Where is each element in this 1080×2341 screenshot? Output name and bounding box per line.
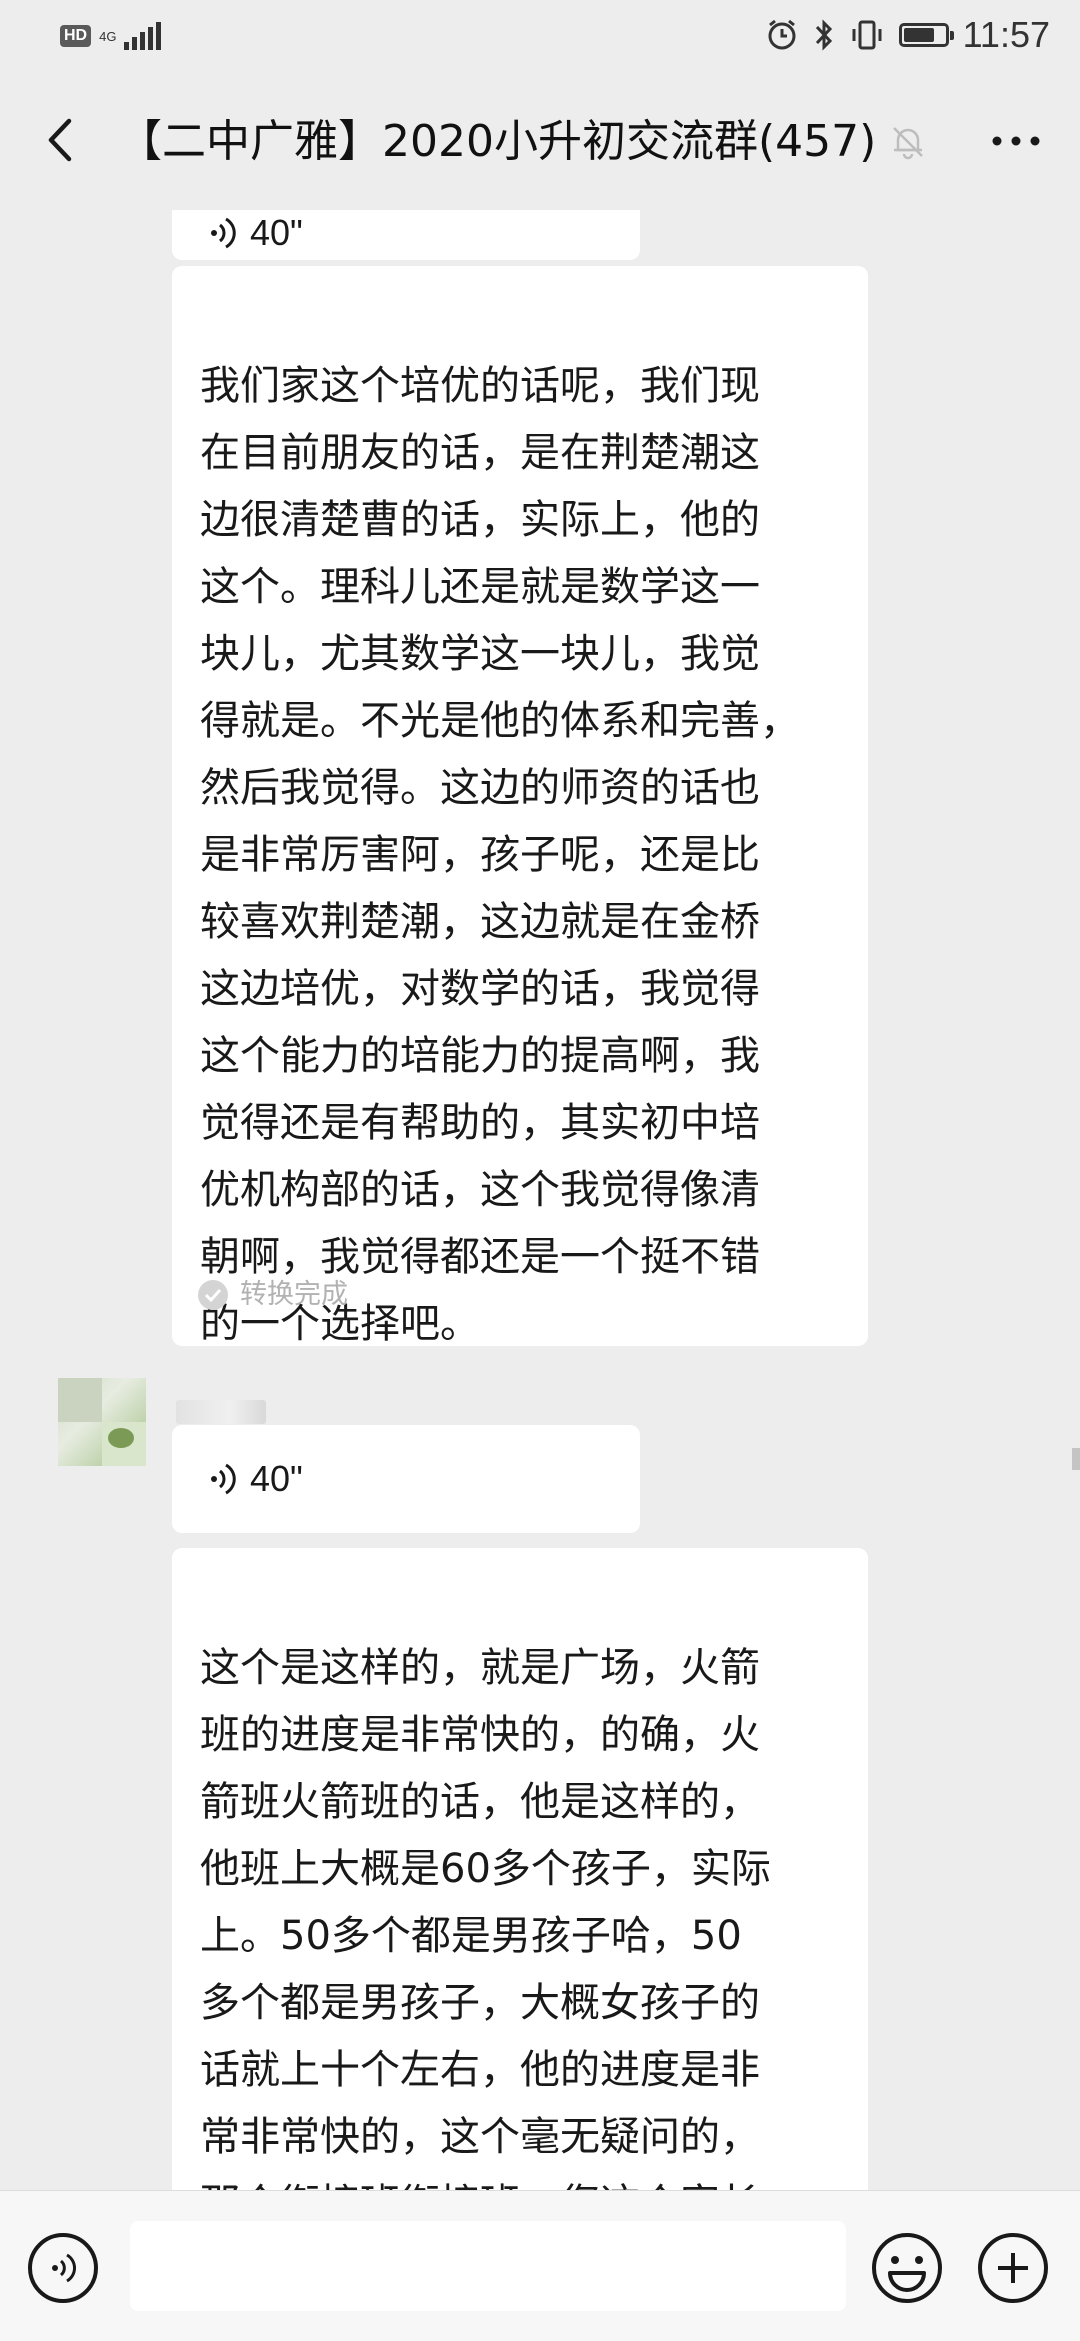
plus-icon [998, 2253, 1028, 2283]
battery-level [903, 28, 934, 42]
voice-input-icon [52, 2253, 77, 2283]
emoji-icon[interactable] [870, 2231, 944, 2305]
message-input[interactable] [130, 2221, 846, 2311]
input-bar [0, 2190, 1080, 2341]
bell-muted-icon [893, 127, 923, 160]
voice-message-bubble[interactable]: 40" [172, 210, 640, 260]
more-dots-icon [992, 136, 1040, 146]
bluetooth-icon [815, 19, 832, 51]
conversion-status-label: 转换完成 [240, 1279, 348, 1310]
vibrate-icon [852, 20, 882, 50]
signal-strength-icon [124, 22, 162, 50]
chat-header: 【二中广雅】2020小升初交流群(457) [0, 70, 1080, 210]
voice-duration: 40" [250, 212, 303, 253]
status-left: HD 4G [60, 18, 162, 54]
avatar[interactable] [58, 1378, 146, 1466]
conversion-status: 转换完成 [198, 1261, 348, 1328]
transcription-text: 这个是这样的，就是广场，火箭 班的进度是非常快的，的确，火 箭班火箭班的话，他是… [200, 1645, 771, 2190]
chat-title: 【二中广雅】2020小升初交流群(457) [118, 116, 877, 167]
voice-transcription-bubble[interactable]: 这个是这样的，就是广场，火箭 班的进度是非常快的，的确，火 箭班火箭班的话，他是… [172, 1548, 868, 2190]
check-circle-icon [198, 1279, 228, 1310]
status-bar: HD 4G 11:57 [0, 0, 1080, 70]
status-right: 11:57 [765, 12, 1050, 58]
voice-wave-icon [211, 1463, 236, 1495]
voice-duration: 40" [250, 1458, 303, 1499]
alarm-icon [768, 19, 796, 50]
voice-transcription-bubble[interactable]: 我们家这个培优的话呢，我们现 在目前朋友的话，是在荆楚潮这 边很清楚曹的话，实际… [172, 266, 868, 1347]
voice-message-bubble[interactable]: 40" [172, 1425, 640, 1533]
back-arrow-icon [48, 118, 72, 162]
transcription-text: 我们家这个培优的话呢，我们现 在目前朋友的话，是在荆楚潮这 边很清楚曹的话，实际… [200, 363, 800, 1347]
battery-icon [898, 23, 954, 47]
chat-message-list[interactable]: 40" 我们家这个培优的话呢，我们现 在目前朋友的话，是在荆楚潮这 边很清楚曹的… [0, 210, 1080, 2190]
back-button[interactable] [30, 110, 90, 170]
scroll-indicator[interactable] [1072, 1448, 1080, 1470]
status-time: 11:57 [962, 14, 1050, 55]
hd-badge: HD [60, 25, 92, 47]
voice-wave-icon [211, 217, 236, 249]
network-type: 4G [99, 28, 117, 44]
more-button[interactable] [986, 116, 1046, 166]
sender-name-blurred [176, 1400, 266, 1424]
voice-input-button[interactable] [28, 2233, 98, 2303]
more-functions-button[interactable] [978, 2233, 1048, 2303]
